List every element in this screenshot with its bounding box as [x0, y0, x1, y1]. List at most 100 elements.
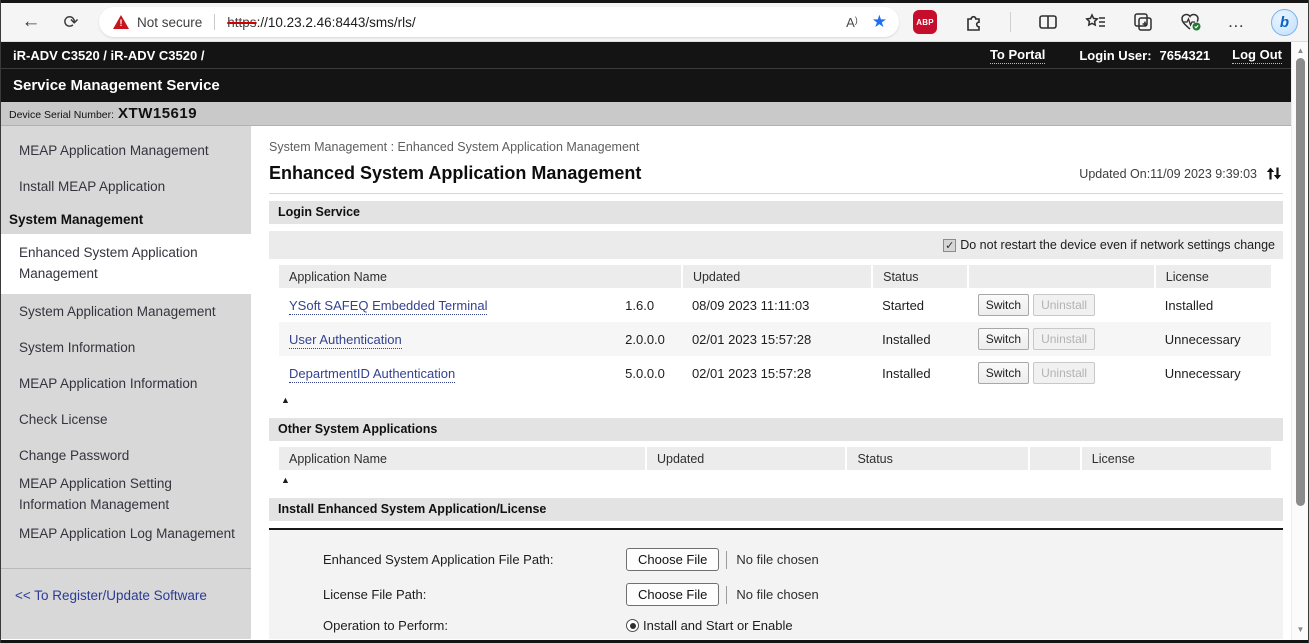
address-divider: [214, 14, 215, 30]
breadcrumb: System Management : Enhanced System Appl…: [269, 140, 1283, 154]
sidebar-item-check-license[interactable]: Check License: [1, 402, 251, 438]
app-updated: 02/01 2023 15:57:28: [682, 322, 872, 356]
login-user: Login User:7654321: [1079, 48, 1210, 63]
app-license: Installed: [1155, 288, 1271, 322]
app-version: 5.0.0.0: [615, 356, 682, 390]
app-license: Unnecessary: [1155, 356, 1271, 390]
file-chosen-status: No file chosen: [736, 552, 818, 567]
app-status: Installed: [872, 322, 968, 356]
app-version: 1.6.0: [615, 288, 682, 322]
sidebar-item-system-application-management[interactable]: System Application Management: [1, 294, 251, 330]
app-version: 2.0.0.0: [615, 322, 682, 356]
col-updated: Updated: [646, 447, 846, 470]
do-not-restart-checkbox[interactable]: ✓: [943, 239, 956, 252]
serial-bar: Device Serial Number: XTW15619: [1, 102, 1308, 126]
app-updated: 08/09 2023 11:11:03: [682, 288, 872, 322]
uninstall-button[interactable]: Uninstall: [1033, 362, 1095, 384]
serial-value: XTW15619: [118, 105, 197, 122]
scroll-to-top-icon[interactable]: ▲: [279, 476, 292, 484]
choose-file-button[interactable]: Choose File: [626, 548, 719, 571]
extension-icon[interactable]: [963, 11, 985, 33]
table-row: User Authentication 2.0.0.0 02/01 2023 1…: [279, 322, 1271, 356]
collections-icon[interactable]: [1132, 11, 1154, 33]
app-status: Started: [872, 288, 968, 322]
url-text[interactable]: https://10.23.2.46:8443/sms/rls/: [227, 15, 415, 30]
login-service-table: Application Name Updated Status License …: [279, 265, 1271, 390]
app-status: Installed: [872, 356, 968, 390]
choose-file-button[interactable]: Choose File: [626, 583, 719, 606]
refresh-sync-icon[interactable]: [1265, 165, 1283, 182]
sidebar-item-meap-application-setting-information-management[interactable]: MEAP Application Setting Information Man…: [1, 474, 251, 516]
url-scheme: https: [227, 15, 256, 30]
adblock-icon[interactable]: ABP: [913, 10, 937, 34]
sidebar: MEAP Application Management Install MEAP…: [1, 126, 251, 639]
operation-label: Operation to Perform:: [323, 618, 626, 633]
other-apps-header: Other System Applications: [269, 418, 1283, 441]
login-service-header: Login Service: [269, 201, 1283, 224]
favorites-icon[interactable]: [1085, 11, 1107, 33]
sidebar-item-enhanced-system-application-management[interactable]: Enhanced System Application Management: [1, 234, 251, 294]
scroll-to-top-icon[interactable]: ▲: [279, 396, 292, 404]
refresh-icon[interactable]: ⟳: [55, 6, 87, 38]
app-link-departmentid-authentication[interactable]: DepartmentID Authentication: [289, 366, 455, 383]
other-apps-table: Application Name Updated Status License: [279, 447, 1271, 470]
to-portal-link[interactable]: To Portal: [990, 47, 1045, 64]
browser-essentials-icon[interactable]: [1180, 11, 1202, 33]
checkbox-check-icon: ✓: [945, 239, 954, 252]
sidebar-item-meap-application-information[interactable]: MEAP Application Information: [1, 366, 251, 402]
favorite-star-icon[interactable]: ★: [872, 12, 887, 32]
service-title-bar: Service Management Service: [1, 68, 1308, 102]
sidebar-item-install-meap-application[interactable]: Install MEAP Application: [1, 168, 251, 204]
col-application-name: Application Name: [279, 265, 682, 288]
file-chosen-status: No file chosen: [736, 587, 818, 602]
uninstall-button[interactable]: Uninstall: [1033, 294, 1095, 316]
copilot-icon[interactable]: b: [1271, 9, 1298, 36]
scrollbar-up-icon[interactable]: ▲: [1292, 46, 1309, 55]
table-header-row: Application Name Updated Status License: [279, 447, 1271, 470]
updated-on: Updated On:11/09 2023 9:39:03: [1079, 165, 1283, 184]
app-link-user-authentication[interactable]: User Authentication: [289, 332, 402, 349]
sidebar-item-meap-application-management[interactable]: MEAP Application Management: [1, 132, 251, 168]
sidebar-item-change-password[interactable]: Change Password: [1, 438, 251, 474]
read-aloud-icon[interactable]: A): [846, 15, 858, 30]
app-file-path-label: Enhanced System Application File Path:: [323, 552, 626, 567]
operation-row: Operation to Perform: Install and Start …: [323, 618, 1283, 639]
switch-button[interactable]: Switch: [978, 328, 1029, 350]
app-link-ysoft-safeq[interactable]: YSoft SAFEQ Embedded Terminal: [289, 298, 487, 315]
back-icon[interactable]: ←: [15, 6, 47, 38]
install-form: Enhanced System Application File Path: C…: [269, 528, 1283, 639]
col-status: Status: [846, 447, 1029, 470]
log-out-link[interactable]: Log Out: [1232, 47, 1282, 64]
col-actions: [1029, 447, 1080, 470]
file-input-divider: [726, 586, 727, 604]
address-bar[interactable]: ! Not secure https://10.23.2.46:8443/sms…: [99, 7, 899, 37]
not-secure-label[interactable]: Not secure: [137, 15, 202, 30]
main-content: System Management : Enhanced System Appl…: [251, 126, 1308, 639]
vertical-scrollbar[interactable]: ▲ ▼: [1291, 42, 1308, 640]
radio-install-and-start[interactable]: Install and Start or Enable: [626, 618, 793, 633]
to-register-update-software-link[interactable]: << To Register/Update Software: [1, 569, 251, 605]
sidebar-item-meap-application-log-management[interactable]: MEAP Application Log Management: [1, 516, 251, 552]
device-header: iR-ADV C3520 / iR-ADV C3520 / To Portal …: [1, 42, 1308, 68]
settings-menu-icon[interactable]: …: [1227, 12, 1245, 32]
device-path: iR-ADV C3520 / iR-ADV C3520 /: [13, 48, 204, 63]
split-screen-icon[interactable]: [1037, 11, 1059, 33]
table-row: YSoft SAFEQ Embedded Terminal 1.6.0 08/0…: [279, 288, 1271, 322]
not-secure-warning-icon[interactable]: !: [113, 15, 129, 29]
browser-window: ← ⟳ ! Not secure https://10.23.2.46:8443…: [0, 0, 1309, 643]
switch-button[interactable]: Switch: [978, 362, 1029, 384]
table-row: DepartmentID Authentication 5.0.0.0 02/0…: [279, 356, 1271, 390]
switch-button[interactable]: Switch: [978, 294, 1029, 316]
page-title: Enhanced System Application Management: [269, 163, 1079, 184]
scrollbar-thumb[interactable]: [1296, 58, 1305, 506]
app-license: Unnecessary: [1155, 322, 1271, 356]
license-file-path-row: License File Path: Choose File No file c…: [323, 577, 1283, 612]
web-page: iR-ADV C3520 / iR-ADV C3520 / To Portal …: [1, 42, 1308, 640]
scrollbar-down-icon[interactable]: ▼: [1292, 625, 1309, 634]
col-updated: Updated: [682, 265, 872, 288]
sidebar-item-system-information[interactable]: System Information: [1, 330, 251, 366]
uninstall-button[interactable]: Uninstall: [1033, 328, 1095, 350]
sidebar-section-system-management: System Management: [1, 204, 251, 234]
browser-toolbar: ← ⟳ ! Not secure https://10.23.2.46:8443…: [1, 0, 1308, 42]
col-actions: [968, 265, 1155, 288]
